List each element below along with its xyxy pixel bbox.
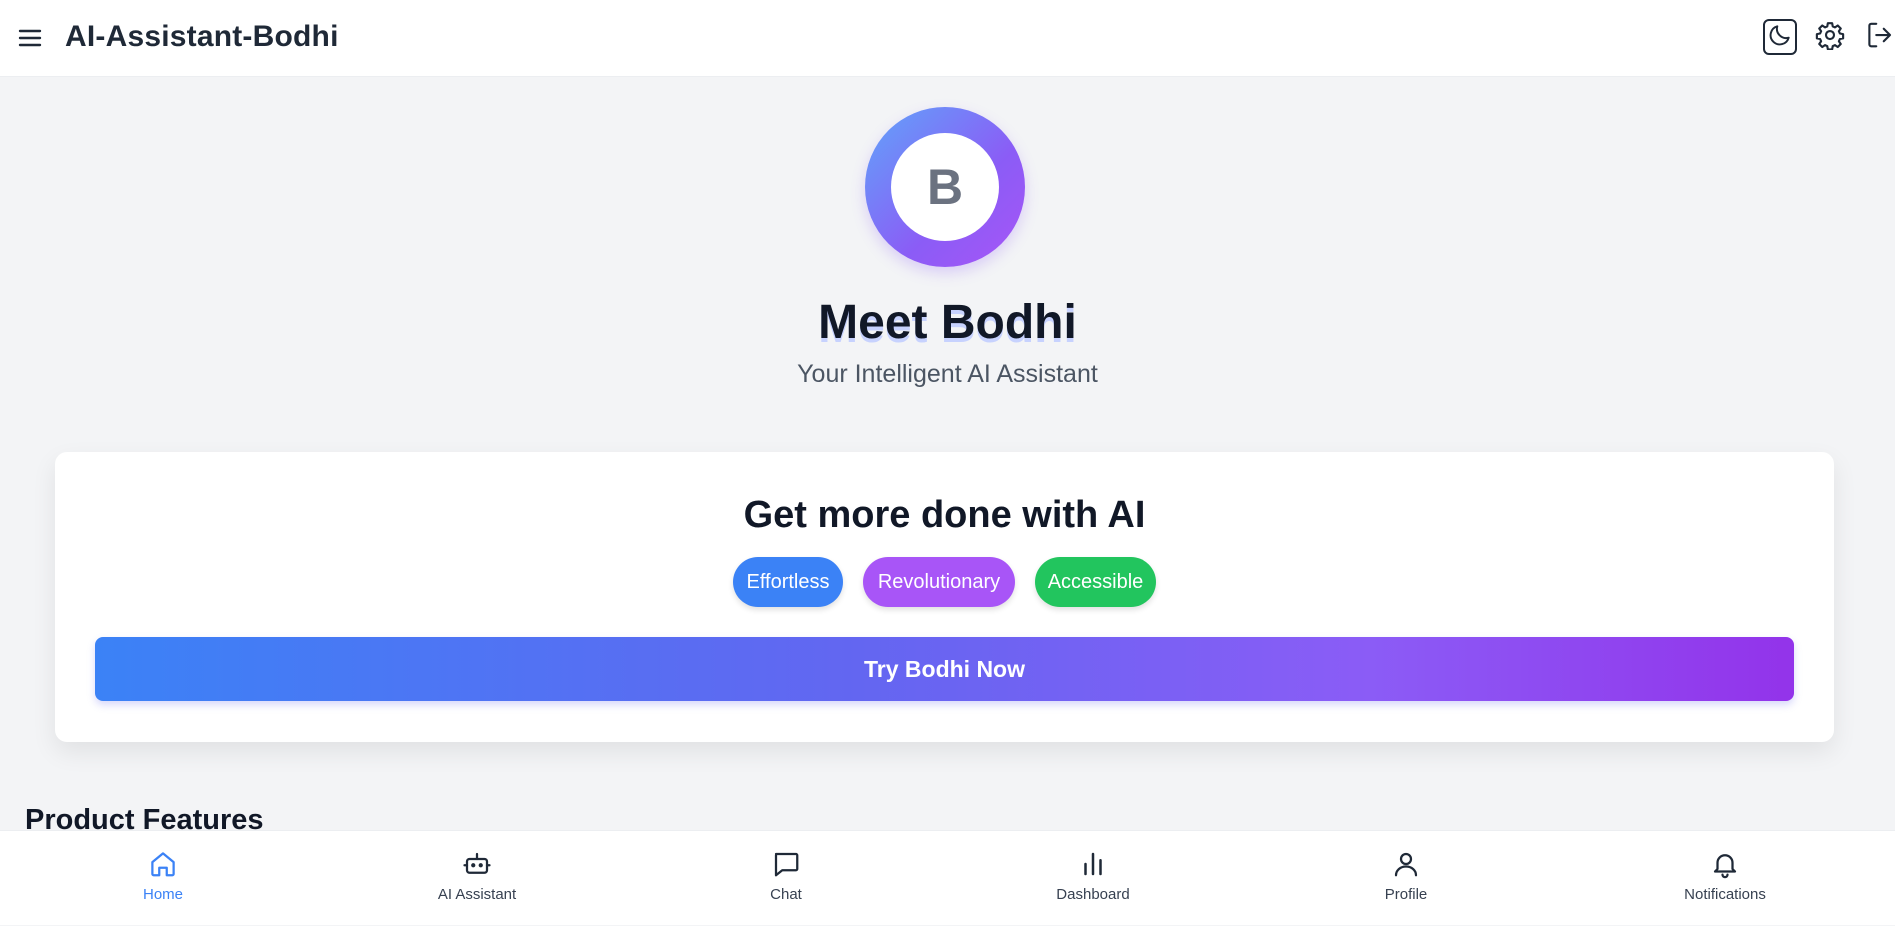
bar-chart-icon xyxy=(1077,848,1109,880)
user-icon xyxy=(1390,848,1422,880)
nav-item-notifications[interactable]: Notifications xyxy=(1650,831,1800,926)
feature-tags: Effortless Revolutionary Accessible xyxy=(55,557,1834,607)
tag-effortless[interactable]: Effortless xyxy=(733,557,843,607)
nav-label-ai-assistant: AI Assistant xyxy=(437,886,517,903)
nav-item-chat[interactable]: Chat xyxy=(711,831,861,926)
logout-icon xyxy=(1865,20,1895,55)
nav-label-notifications: Notifications xyxy=(1684,886,1766,903)
nav-label-dashboard: Dashboard xyxy=(1056,886,1130,903)
nav-item-profile[interactable]: Profile xyxy=(1331,831,1481,926)
top-bar: AI-Assistant-Bodhi xyxy=(0,0,1895,77)
nav-label-home: Home xyxy=(142,886,183,903)
settings-button[interactable] xyxy=(1812,19,1848,55)
nav-item-home[interactable]: Home xyxy=(88,831,238,926)
app-title: AI-Assistant-Bodhi xyxy=(65,20,339,53)
promo-card-title: Get more done with AI xyxy=(743,494,1146,536)
logout-button[interactable] xyxy=(1862,19,1895,55)
hamburger-menu-icon[interactable] xyxy=(16,24,44,52)
try-bodhi-button[interactable]: Try Bodhi Now xyxy=(95,637,1794,701)
home-icon xyxy=(147,848,179,880)
bell-icon xyxy=(1709,848,1741,880)
tag-accessible[interactable]: Accessible xyxy=(1035,557,1156,607)
promo-card: Get more done with AI Effortless Revolut… xyxy=(55,452,1834,742)
dark-mode-toggle[interactable] xyxy=(1763,19,1797,55)
nav-item-dashboard[interactable]: Dashboard xyxy=(1018,831,1168,926)
nav-item-ai-assistant[interactable]: AI Assistant xyxy=(402,831,552,926)
hero-subtitle: Your Intelligent AI Assistant xyxy=(797,360,1098,388)
product-features-heading: Product Features xyxy=(25,804,264,830)
chat-icon xyxy=(770,848,802,880)
bottom-nav: Home AI Assistant Chat Dashboard Profile… xyxy=(0,830,1895,925)
moon-icon xyxy=(1767,22,1793,53)
tag-revolutionary[interactable]: Revolutionary xyxy=(863,557,1015,607)
robot-icon xyxy=(461,848,493,880)
gear-icon xyxy=(1815,20,1845,55)
main-content: B Meet Bodhi Your Intelligent AI Assista… xyxy=(0,77,1895,830)
hero-title: Meet Bodhi xyxy=(818,296,1077,349)
avatar-letter: B xyxy=(891,133,999,241)
nav-label-chat: Chat xyxy=(770,886,802,903)
avatar: B xyxy=(865,107,1025,267)
nav-label-profile: Profile xyxy=(1384,886,1428,903)
